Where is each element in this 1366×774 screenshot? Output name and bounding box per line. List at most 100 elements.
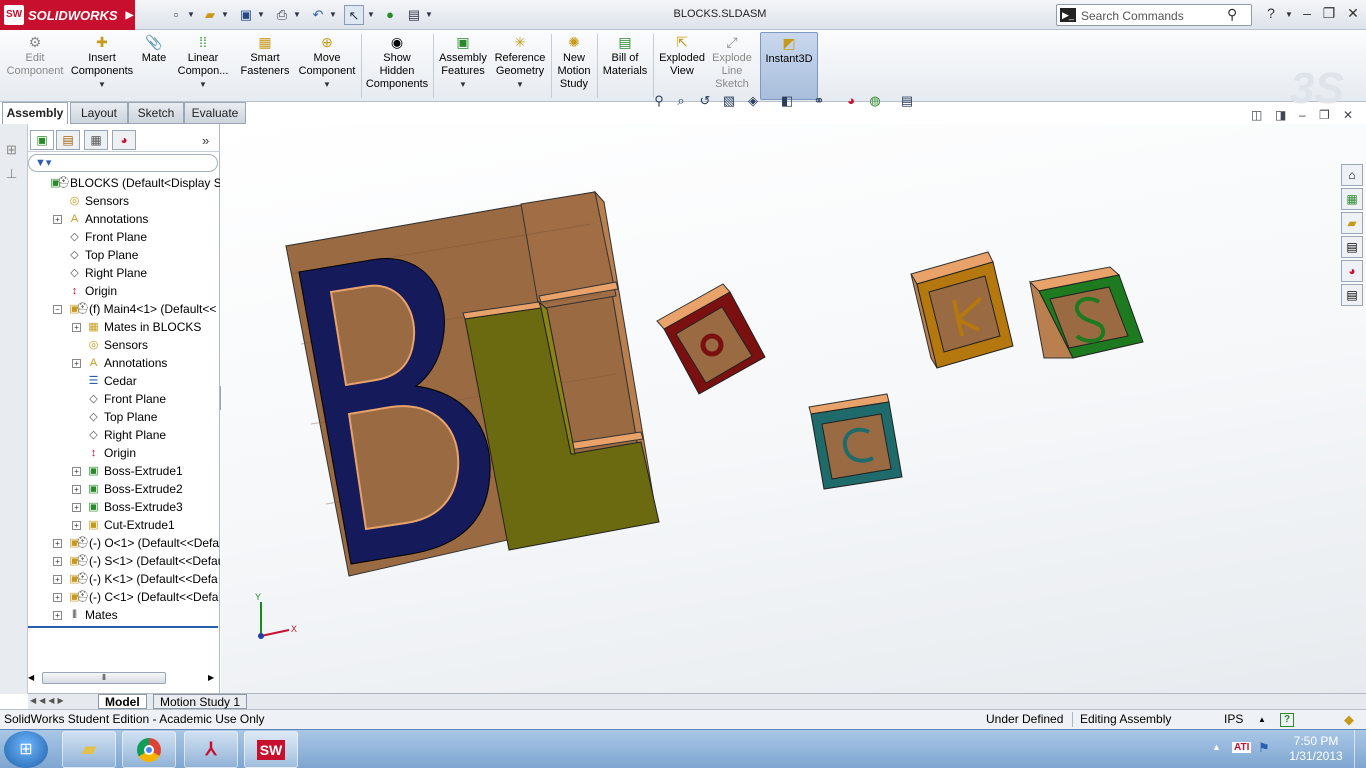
tab-model[interactable]: Model bbox=[98, 694, 147, 709]
display-manager-tab-icon[interactable]: ◕ bbox=[112, 130, 136, 150]
appearances-scenes-icon[interactable]: ◕ bbox=[1341, 260, 1363, 282]
scroll-left-icon[interactable]: ◀ bbox=[28, 673, 38, 683]
tile-vertical-icon[interactable]: ◨ bbox=[1275, 108, 1286, 122]
select-dropdown-icon[interactable]: ▼ bbox=[366, 5, 376, 25]
view-orientation-icon[interactable]: ◈ bbox=[743, 93, 763, 109]
print-dropdown-icon[interactable]: ▼ bbox=[292, 5, 302, 25]
tree-item-sensors[interactable]: ◎ Sensors bbox=[28, 192, 220, 210]
minimize-window-icon[interactable]: – bbox=[1298, 5, 1316, 21]
expand-icon[interactable]: + bbox=[53, 575, 62, 584]
expand-icon[interactable]: + bbox=[53, 557, 62, 566]
taskbar-clock[interactable]: 7:50 PM 1/31/2013 bbox=[1284, 734, 1348, 764]
taskbar-acrobat-icon[interactable]: ⅄ bbox=[184, 731, 238, 768]
tab-motion-study-1[interactable]: Motion Study 1 bbox=[153, 694, 248, 709]
tab-sketch[interactable]: Sketch bbox=[128, 102, 184, 124]
options-dropdown-icon[interactable]: ▼ bbox=[424, 5, 434, 25]
view-settings-icon[interactable]: ▤ bbox=[897, 93, 917, 109]
tree-item-origin[interactable]: ↕ Origin bbox=[28, 282, 220, 300]
search-icon[interactable]: ⚲ bbox=[1227, 6, 1237, 23]
restore-window-icon[interactable]: ❐ bbox=[1320, 5, 1338, 22]
sketch-line-icon[interactable]: ⊥ bbox=[6, 166, 17, 182]
show-hidden-tray-icon[interactable]: ▲ bbox=[1212, 742, 1221, 752]
tab-scroll-arrows-icon[interactable]: ◀◀◀▶ bbox=[30, 696, 94, 708]
close-window-icon[interactable]: ✕ bbox=[1344, 5, 1362, 22]
help-icon[interactable]: ? bbox=[1262, 5, 1280, 21]
assembly-features-dropdown-icon[interactable]: ▼ bbox=[436, 78, 490, 91]
search-input[interactable]: Search Commands bbox=[1081, 9, 1184, 23]
tree-item-right[interactable]: ◇ Right Plane bbox=[28, 264, 220, 282]
reference-geometry-dropdown-icon[interactable]: ▼ bbox=[492, 78, 548, 91]
tree-filter-input[interactable]: ▼▾ bbox=[28, 154, 218, 172]
design-library-icon[interactable]: ▦ bbox=[1341, 188, 1363, 210]
bill-of-materials-button[interactable]: ▤ Bill of Materials bbox=[600, 32, 650, 100]
show-desktop-button[interactable] bbox=[1354, 730, 1366, 769]
tree-item-cedar[interactable]: ☰ Cedar bbox=[28, 372, 220, 390]
solidworks-menu-button[interactable]: SW SOLIDWORKS ▶ bbox=[0, 0, 135, 30]
tree-item-origin[interactable]: ↕ Origin bbox=[28, 444, 220, 462]
tree-item-top[interactable]: ◇ Top Plane bbox=[28, 408, 220, 426]
search-commands-box[interactable]: ▶_ Search Commands ⚲ bbox=[1056, 4, 1252, 26]
windows-start-button[interactable]: ⊞ bbox=[4, 731, 48, 768]
sketch-tool-icon[interactable]: ⊞ bbox=[6, 142, 17, 158]
tree-item-item[interactable]: + ▣ (-) O<1> (Default<<Defa ⛑ bbox=[28, 534, 220, 552]
expand-icon[interactable]: + bbox=[72, 521, 81, 530]
block-s[interactable] bbox=[1028, 266, 1144, 359]
viewport-restore-icon[interactable]: ❐ bbox=[1319, 108, 1330, 122]
hide-show-items-icon[interactable]: ⚭ bbox=[809, 93, 829, 109]
tree-item-item[interactable]: + ▣ (-) K<1> (Default<<Defa ⛑ bbox=[28, 570, 220, 588]
tab-layout[interactable]: Layout bbox=[70, 102, 128, 124]
scroll-thumb[interactable]: ⦀ bbox=[42, 672, 166, 684]
expand-icon[interactable]: + bbox=[53, 215, 62, 224]
expand-icon[interactable]: + bbox=[53, 593, 62, 602]
tree-item-top[interactable]: ◇ Top Plane bbox=[28, 246, 220, 264]
expand-icon[interactable]: + bbox=[72, 323, 81, 332]
tab-evaluate[interactable]: Evaluate bbox=[184, 102, 246, 124]
instant3d-button[interactable]: ◩ Instant3D bbox=[760, 32, 818, 100]
show-hidden-components-button[interactable]: ◉ Show Hidden Components bbox=[364, 32, 430, 100]
taskbar-solidworks-icon[interactable]: SW bbox=[244, 731, 298, 768]
move-component-dropdown-icon[interactable]: ▼ bbox=[294, 78, 360, 91]
tree-item-item[interactable]: + ▣ (-) C<1> (Default<<Defa ⛑ bbox=[28, 588, 220, 606]
expand-icon[interactable]: + bbox=[72, 485, 81, 494]
tree-item-mates[interactable]: + ⦀ Mates bbox=[28, 606, 220, 624]
assembly-model-view[interactable]: O Y X bbox=[221, 124, 1366, 693]
edit-component-button[interactable]: ⚙ Edit Component bbox=[2, 32, 68, 100]
reference-geometry-button[interactable]: ✳ Reference Geometry ▼ bbox=[492, 32, 548, 100]
configuration-manager-tab-icon[interactable]: ▦ bbox=[84, 130, 108, 150]
mate-button[interactable]: 📎 Mate bbox=[136, 32, 172, 100]
tree-item-blocks[interactable]: ▣ BLOCKS (Default<Display St ⛑ bbox=[28, 174, 220, 192]
open-folder-icon[interactable]: ▰ bbox=[200, 5, 220, 25]
tab-assembly[interactable]: Assembly bbox=[2, 102, 68, 124]
expand-icon[interactable]: + bbox=[72, 503, 81, 512]
linear-component-pattern-button[interactable]: ⁞⁞ Linear Compon... ▼ bbox=[172, 32, 234, 100]
notification-tag-icon[interactable]: ◆ bbox=[1344, 710, 1354, 729]
tree-item-item[interactable]: + ▣ (-) S<1> (Default<<Defau ⛑ bbox=[28, 552, 220, 570]
move-component-button[interactable]: ⊕ Move Component ▼ bbox=[294, 32, 360, 100]
save-icon[interactable]: ▣ bbox=[236, 5, 256, 25]
new-dropdown-icon[interactable]: ▼ bbox=[186, 5, 196, 25]
new-motion-study-button[interactable]: ✺ New Motion Study bbox=[554, 32, 594, 100]
file-explorer-icon[interactable]: ▰ bbox=[1341, 212, 1363, 234]
block-c[interactable] bbox=[808, 393, 903, 490]
tile-horizontal-icon[interactable]: ◫ bbox=[1251, 108, 1262, 122]
edit-appearance-icon[interactable]: ◕ bbox=[841, 93, 861, 108]
ati-tray-icon[interactable]: ATI bbox=[1232, 742, 1252, 753]
assembly-features-button[interactable]: ▣ Assembly Features ▼ bbox=[436, 32, 490, 100]
display-style-icon[interactable]: ◧ bbox=[777, 93, 797, 109]
section-view-icon[interactable]: ▧ bbox=[719, 93, 739, 109]
graphics-area[interactable]: ⚲ ⌕ ↺ ▧ ◈ ◧ ⚭ ◕ ◍ ▤ ◫ ◨ – ❐ ✕ Y X ⌂ ▦ ▰ … bbox=[221, 93, 1366, 693]
units-dropdown-icon[interactable]: ▲ bbox=[1258, 710, 1266, 729]
exploded-view-button[interactable]: ⇱ Exploded View bbox=[656, 32, 708, 100]
status-units[interactable]: IPS bbox=[1224, 710, 1243, 729]
block-k[interactable] bbox=[910, 251, 1014, 369]
taskbar-explorer-icon[interactable]: ▰ bbox=[62, 731, 116, 768]
undo-dropdown-icon[interactable]: ▼ bbox=[328, 5, 338, 25]
print-icon[interactable]: ⎙ bbox=[272, 5, 292, 25]
file-properties-icon[interactable]: ▤ bbox=[404, 5, 424, 25]
select-cursor-icon[interactable]: ↖ bbox=[344, 5, 364, 25]
expand-icon[interactable]: + bbox=[72, 467, 81, 476]
linear-pattern-dropdown-icon[interactable]: ▼ bbox=[172, 78, 234, 91]
expand-icon[interactable]: + bbox=[72, 359, 81, 368]
zoom-to-area-icon[interactable]: ⌕ bbox=[671, 93, 691, 109]
property-manager-tab-icon[interactable]: ▤ bbox=[56, 130, 80, 150]
